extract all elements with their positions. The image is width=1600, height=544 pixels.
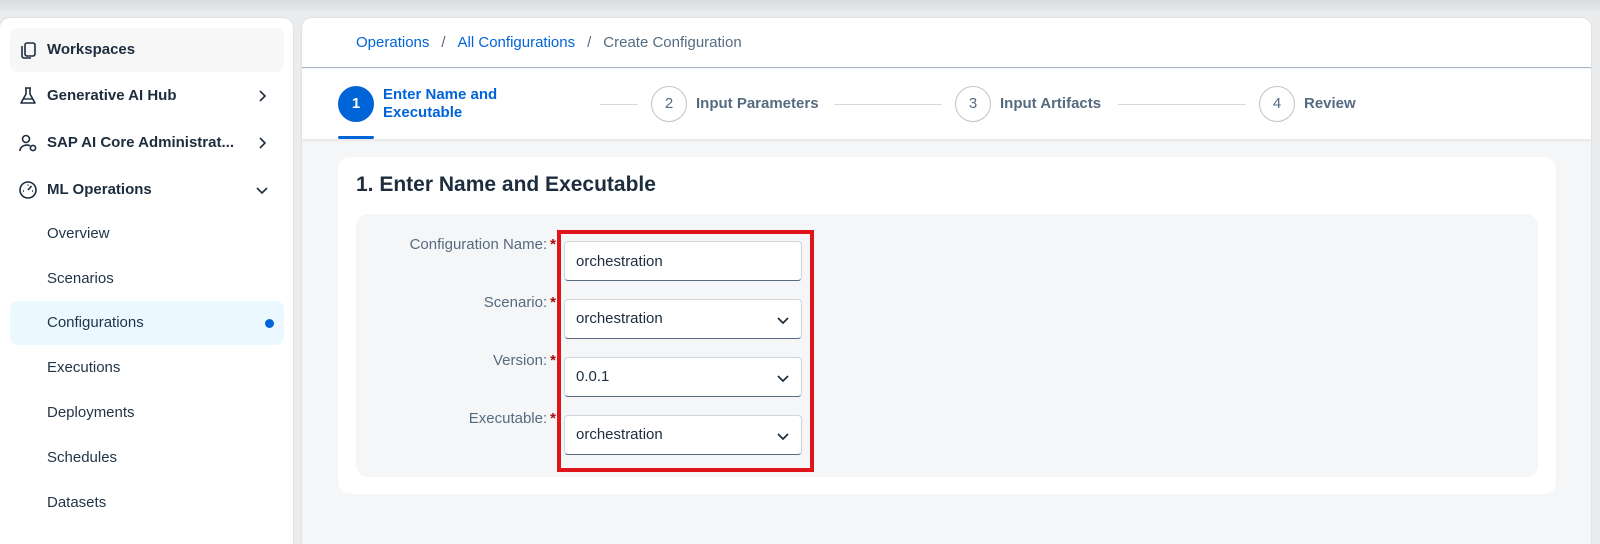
sidebar-item-executions[interactable]: Executions xyxy=(10,346,284,390)
sidebar-item-label: Generative AI Hub xyxy=(47,87,177,104)
step-title: 1. Enter Name and Executable xyxy=(356,173,656,196)
step-card: 1. Enter Name and Executable Configurati… xyxy=(338,157,1556,494)
configuration-name-label-text: Configuration Name: xyxy=(409,236,548,253)
sidebar-item-label: Schedules xyxy=(47,449,118,466)
configuration-name-label: Configuration Name: * xyxy=(356,236,556,253)
workspaces-icon xyxy=(21,42,36,59)
breadcrumb-link-all-configurations[interactable]: All Configurations xyxy=(458,34,576,51)
breadcrumb-current: Create Configuration xyxy=(603,34,742,51)
sidebar-item-ml-operations[interactable]: ML Operations xyxy=(10,168,284,212)
step-connector xyxy=(600,104,638,105)
wizard-step-3-indicator[interactable]: 3 xyxy=(955,86,991,122)
sidebar-item-scenarios[interactable]: Scenarios xyxy=(10,257,284,301)
active-step-underline xyxy=(338,136,374,139)
wizard-step-2-label[interactable]: Input Parameters xyxy=(696,95,819,112)
chevron-right-icon xyxy=(259,137,267,149)
sidebar-item-sap-ai-core-administration[interactable]: SAP AI Core Administrat... xyxy=(10,121,284,165)
sidebar-item-label: ML Operations xyxy=(47,181,152,198)
breadcrumb: Operations / All Configurations / Create Con… xyxy=(356,18,742,68)
sidebar-item-label: Workspaces xyxy=(47,41,136,58)
breadcrumb-link-operations[interactable]: Operations xyxy=(356,34,429,51)
wizard-step-3-label[interactable]: Input Artifacts xyxy=(1000,95,1101,112)
main-content: Operations / All Configurations / Create Con… xyxy=(302,18,1591,544)
sidebar-item-configurations[interactable]: Configurations xyxy=(10,301,284,345)
step-connector xyxy=(834,104,942,105)
required-marker: * xyxy=(550,294,556,311)
executable-label-text: Executable: xyxy=(468,410,548,427)
sidebar-item-label: SAP AI Core Administrat... xyxy=(47,134,234,151)
sidebar-item-schedules[interactable]: Schedules xyxy=(10,436,284,480)
sidebar-item-label: Executions xyxy=(47,359,121,376)
wizard-step-1-label[interactable]: Enter Name and Executable xyxy=(383,86,543,122)
sidebar-item-label: Overview xyxy=(47,225,110,242)
sidebar-item-generative-ai-hub[interactable]: Generative AI Hub xyxy=(10,74,284,118)
page-header: Operations / All Configurations / Create Con… xyxy=(302,18,1591,68)
sidebar-item-overview[interactable]: Overview xyxy=(10,212,284,256)
side-navigation: Workspaces Generative AI Hub SAP AI Core… xyxy=(0,18,293,544)
sidebar-item-label: Configurations xyxy=(47,314,144,331)
required-marker: * xyxy=(550,236,556,253)
wizard-progress-bar: 1 Enter Name and Executable 2 Input Para… xyxy=(302,69,1591,139)
chevron-right-icon xyxy=(259,90,267,102)
required-marker: * xyxy=(550,410,556,427)
sidebar-item-datasets[interactable]: Datasets xyxy=(10,481,284,525)
version-label: Version: * xyxy=(356,352,556,369)
wizard-step-4-label[interactable]: Review xyxy=(1304,95,1356,112)
sidebar-item-label: Deployments xyxy=(47,404,135,421)
breadcrumb-separator: / xyxy=(441,34,446,51)
sidebar-item-label: Datasets xyxy=(47,494,107,511)
scenario-label: Scenario: * xyxy=(356,294,556,311)
scenario-label-text: Scenario: xyxy=(483,294,548,311)
executable-label: Executable: * xyxy=(356,410,556,427)
wizard-step-4-indicator[interactable]: 4 xyxy=(1259,86,1295,122)
sidebar-item-workspaces[interactable]: Workspaces xyxy=(10,28,284,72)
chevron-down-icon xyxy=(256,187,268,195)
sidebar-item-label: Scenarios xyxy=(47,270,114,287)
form-panel: Configuration Name:* Scenario:* orchestr… xyxy=(356,214,1538,477)
gauge-icon xyxy=(19,181,37,199)
sidebar-item-deployments[interactable]: Deployments xyxy=(10,391,284,435)
selected-indicator xyxy=(265,319,274,328)
wizard-step-2-indicator[interactable]: 2 xyxy=(651,86,687,122)
user-settings-icon xyxy=(19,134,37,152)
required-marker: * xyxy=(550,352,556,369)
highlight-annotation-box xyxy=(557,230,814,472)
window-top-strip xyxy=(0,0,1600,11)
wizard-step-1-indicator[interactable]: 1 xyxy=(338,86,374,122)
breadcrumb-separator: / xyxy=(587,34,592,51)
step-connector xyxy=(1118,104,1246,105)
flask-icon xyxy=(20,87,36,104)
version-label-text: Version: xyxy=(492,352,548,369)
